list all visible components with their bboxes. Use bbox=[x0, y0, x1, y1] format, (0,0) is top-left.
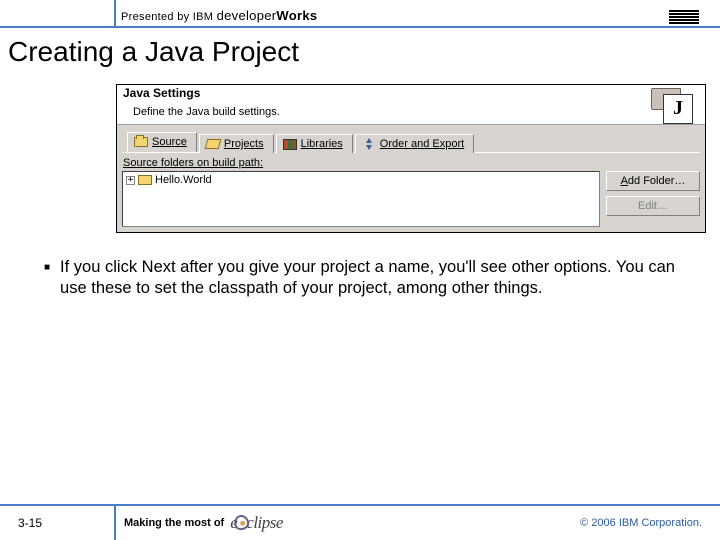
brand-developer: developer bbox=[217, 8, 277, 23]
java-j-icon: J bbox=[663, 94, 693, 124]
tab-projects-label: Projects bbox=[224, 138, 264, 150]
tab-projects[interactable]: Projects bbox=[199, 134, 274, 153]
header-branding: Presented by IBM developerWorks bbox=[116, 8, 669, 26]
edit-button[interactable]: Edit… bbox=[606, 196, 700, 216]
dialog-subtitle: Define the Java build settings. bbox=[123, 100, 639, 118]
dialog-title: Java Settings bbox=[123, 85, 639, 100]
java-settings-dialog: Java Settings Define the Java build sett… bbox=[116, 84, 706, 233]
dialog-header: Java Settings Define the Java build sett… bbox=[117, 85, 639, 125]
tab-libraries-label: Libraries bbox=[301, 138, 343, 150]
source-folder-icon bbox=[134, 137, 148, 147]
ibm-bars-icon bbox=[669, 10, 699, 24]
bullet-point: ■ If you click Next after you give your … bbox=[0, 233, 720, 299]
eclipse-ring-icon bbox=[233, 513, 251, 531]
source-folders-tree[interactable]: + Hello.World bbox=[122, 171, 600, 227]
presented-by-text: Presented by IBM bbox=[121, 11, 217, 23]
header-left-spacer bbox=[0, 0, 116, 26]
source-folders-label: Source folders on build path: bbox=[122, 155, 700, 171]
edit-label: Edit… bbox=[638, 200, 668, 212]
slide-footer: 3-15 Making the most of eclipse © 2006 I… bbox=[0, 504, 720, 540]
footer-caption: Making the most of eclipse bbox=[116, 513, 580, 533]
projects-folder-icon bbox=[205, 139, 222, 149]
order-arrows-icon bbox=[362, 138, 376, 150]
eclipse-logo: eclipse bbox=[230, 513, 283, 533]
tab-order-label: Order and Export bbox=[380, 138, 464, 150]
ibm-logo bbox=[669, 10, 720, 26]
tab-source-label: Source bbox=[152, 136, 187, 148]
add-folder-label: dd Folder… bbox=[628, 175, 685, 187]
brand-works: Works bbox=[276, 8, 317, 23]
tab-libraries[interactable]: Libraries bbox=[276, 134, 353, 153]
tree-item-label: Hello.World bbox=[155, 174, 212, 186]
bullet-text: If you click Next after you give your pr… bbox=[60, 257, 676, 299]
libraries-icon bbox=[283, 139, 297, 150]
tab-order-export[interactable]: Order and Export bbox=[355, 134, 474, 153]
making-most-text: Making the most of bbox=[124, 517, 224, 529]
slide-title: Creating a Java Project bbox=[0, 28, 720, 68]
source-panel: Source folders on build path: + Hello.Wo… bbox=[122, 152, 700, 227]
copyright: © 2006 IBM Corporation. bbox=[580, 517, 720, 529]
slide-header: Presented by IBM developerWorks bbox=[0, 0, 720, 28]
tab-bar: Source Projects Libraries Order and Expo… bbox=[117, 125, 705, 152]
bullet-marker-icon: ■ bbox=[44, 257, 50, 299]
tab-source[interactable]: Source bbox=[127, 132, 197, 152]
page-number: 3-15 bbox=[0, 506, 116, 540]
add-folder-button[interactable]: Add Folder… bbox=[606, 171, 700, 191]
expand-icon[interactable]: + bbox=[126, 176, 135, 185]
tree-item-helloworld[interactable]: + Hello.World bbox=[126, 174, 596, 186]
project-folder-icon bbox=[138, 175, 152, 185]
dialog-banner-icon: J bbox=[639, 85, 705, 125]
